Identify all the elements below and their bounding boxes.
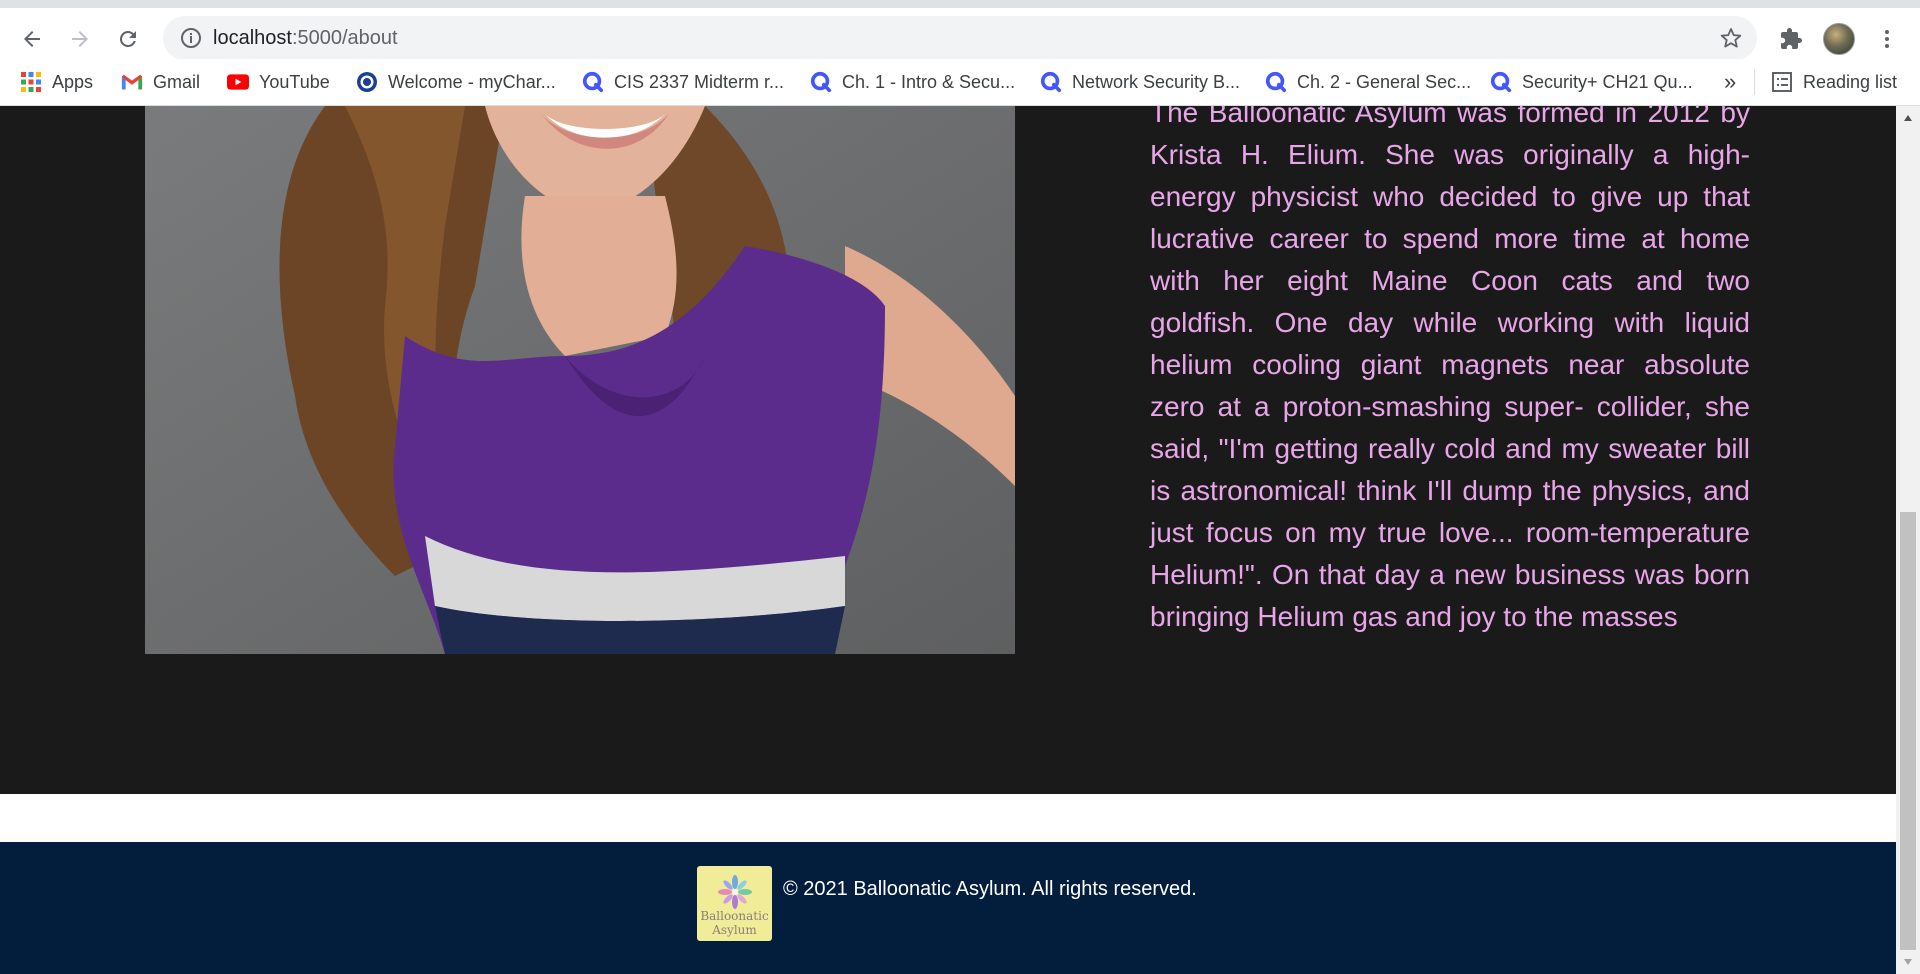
bookmark-label: Network Security B... xyxy=(1072,71,1241,92)
url-text: localhost:5000/about xyxy=(213,27,398,50)
footer-logo: Balloonatic Asylum xyxy=(697,866,772,941)
mycharter-icon xyxy=(356,71,378,93)
quizlet-icon xyxy=(810,71,832,93)
back-button[interactable] xyxy=(12,19,52,59)
browser-toolbar: localhost:5000/about xyxy=(0,0,1920,60)
quizlet-icon xyxy=(582,71,604,93)
bookmark-network-security[interactable]: Network Security B... xyxy=(1040,67,1240,97)
bookmarks-bar: Apps Gmail YouTube Welcome - myChar... C… xyxy=(0,59,1920,106)
bookmark-security-plus[interactable]: Security+ CH21 Qu... xyxy=(1490,67,1693,97)
bookmark-mycharter[interactable]: Welcome - myChar... xyxy=(356,67,556,97)
scroll-up-button[interactable] xyxy=(1896,106,1920,130)
bookmark-label: Security+ CH21 Qu... xyxy=(1522,71,1693,92)
bookmark-label: Ch. 1 - Intro & Secu... xyxy=(842,71,1016,92)
section-divider xyxy=(0,794,1896,842)
logo-text-line2: Asylum xyxy=(712,923,757,937)
scroll-up-arrow-icon xyxy=(1904,115,1912,121)
logo-text: Balloonatic Asylum xyxy=(700,909,768,937)
balloon-flower-icon xyxy=(717,875,752,909)
site-info-icon[interactable] xyxy=(179,26,203,50)
reload-button[interactable] xyxy=(108,19,148,59)
bookmark-ch2[interactable]: Ch. 2 - General Sec... xyxy=(1265,67,1471,97)
copyright-text: © 2021 Balloonatic Asylum. All rights re… xyxy=(783,878,1197,900)
page-scrollbar[interactable] xyxy=(1896,106,1920,974)
back-arrow-icon xyxy=(24,31,40,47)
bookmark-label: Ch. 2 - General Sec... xyxy=(1297,71,1472,92)
kebab-menu-icon xyxy=(1885,30,1889,48)
bookmark-gmail[interactable]: Gmail xyxy=(121,67,200,97)
founder-photo xyxy=(145,106,1015,654)
quizlet-icon xyxy=(1490,71,1512,93)
bookmark-apps[interactable]: Apps xyxy=(20,67,93,97)
reading-list-label: Reading list xyxy=(1803,71,1898,92)
overflow-chevron-icon: » xyxy=(1724,69,1737,94)
bookmark-label: Apps xyxy=(52,71,94,92)
forward-button[interactable] xyxy=(60,19,100,59)
quizlet-icon xyxy=(1265,71,1287,93)
address-bar[interactable]: localhost:5000/about xyxy=(163,16,1757,60)
extensions-button[interactable] xyxy=(1771,19,1811,59)
apps-grid-icon xyxy=(20,71,42,93)
gmail-icon xyxy=(121,71,143,93)
scroll-down-button[interactable] xyxy=(1896,950,1920,974)
bookmark-label: Welcome - myChar... xyxy=(388,71,556,92)
bookmark-cis2337[interactable]: CIS 2337 Midterm r... xyxy=(582,67,784,97)
reading-list-button[interactable]: Reading list xyxy=(1771,67,1897,97)
bookmark-youtube[interactable]: YouTube xyxy=(227,67,330,97)
puzzle-piece-icon xyxy=(1781,28,1802,49)
url-host: localhost xyxy=(213,27,292,49)
bookmarks-overflow-button[interactable]: » xyxy=(1724,67,1736,97)
bookmarks-divider xyxy=(1754,69,1755,95)
site-footer: Balloonatic Asylum © 2021 Balloonatic As… xyxy=(0,842,1896,974)
logo-text-line1: Balloonatic xyxy=(700,909,769,923)
bookmark-star-icon[interactable] xyxy=(1719,26,1743,50)
reading-list-icon xyxy=(1771,71,1793,93)
avatar xyxy=(1823,23,1855,55)
quizlet-icon xyxy=(1040,71,1062,93)
bookmark-label: YouTube xyxy=(259,71,330,92)
scroll-down-arrow-icon xyxy=(1904,959,1912,965)
scroll-thumb[interactable] xyxy=(1900,512,1916,950)
youtube-icon xyxy=(227,71,249,93)
bookmark-ch1[interactable]: Ch. 1 - Intro & Secu... xyxy=(810,67,1015,97)
bookmark-label: Gmail xyxy=(153,71,201,92)
url-path: :5000/about xyxy=(291,27,398,49)
profile-button[interactable] xyxy=(1819,19,1859,59)
menu-button[interactable] xyxy=(1867,19,1907,59)
about-section: The Balloonatic Asylum was formed in 201… xyxy=(0,106,1896,794)
forward-arrow-icon xyxy=(72,31,88,47)
bookmark-label: CIS 2337 Midterm r... xyxy=(614,71,785,92)
about-paragraph: The Balloonatic Asylum was formed in 201… xyxy=(1150,106,1750,632)
reload-icon xyxy=(119,30,136,47)
